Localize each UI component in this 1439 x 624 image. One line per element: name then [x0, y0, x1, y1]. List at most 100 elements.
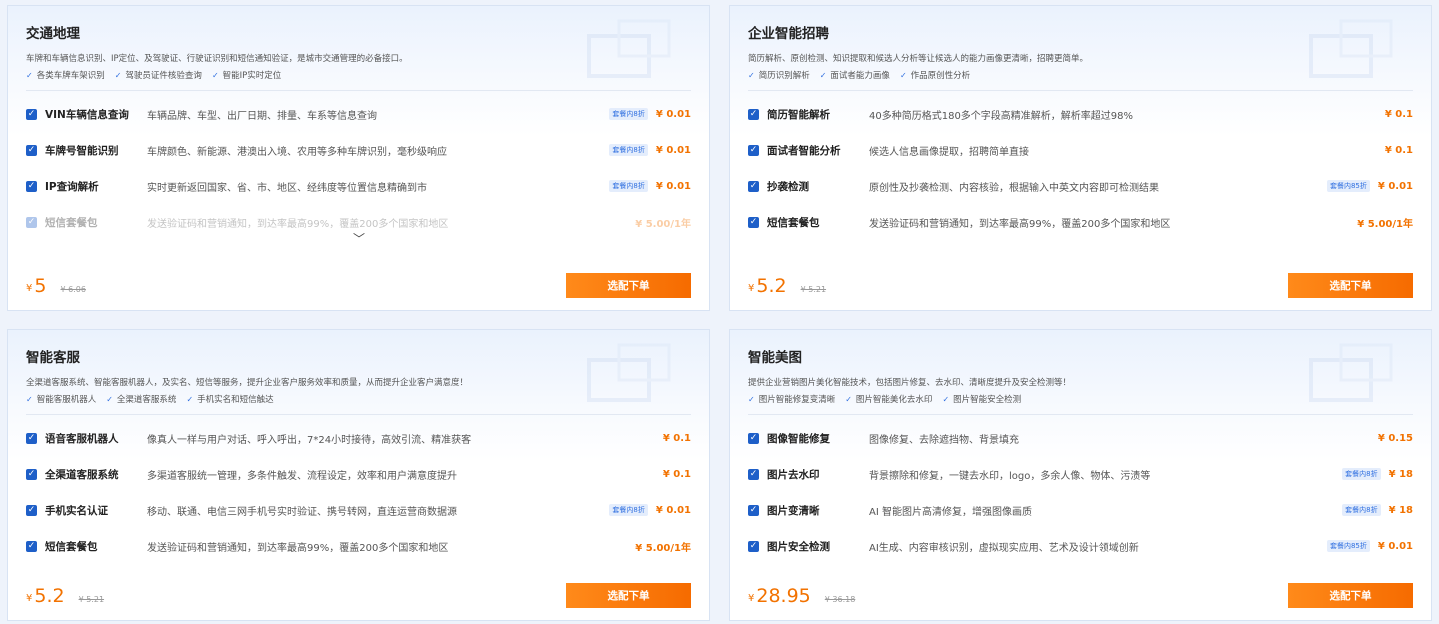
chevron-down-icon[interactable]: ﹀ — [353, 230, 365, 247]
check-icon[interactable]: ✓ — [748, 468, 759, 480]
discount-badge: 套餐内85折 — [1326, 180, 1370, 192]
order-button[interactable]: 选配下单 — [1288, 273, 1413, 298]
check-icon[interactable]: ✓ — [26, 216, 37, 228]
feature-item: ✓ 各类车牌车架识别 — [26, 70, 105, 82]
check-icon[interactable]: ✓ — [748, 216, 759, 228]
original-price: ¥ 36.18 — [824, 595, 856, 604]
product-row: ✓ 图像智能修复 图像修复、去除遮挡物、背景填充 ¥ 0.15 — [748, 420, 1413, 456]
product-description: 发送验证码和营销通知，到达率最高99%，覆盖200多个国家和地区 — [147, 542, 449, 554]
discount-badge: 套餐内8折 — [609, 180, 648, 192]
decorative-graphic — [587, 343, 671, 402]
product-description: 候选人信息画像提取，招聘简单直接 — [869, 146, 1029, 158]
product-price: ¥ 18 — [1388, 468, 1413, 480]
product-price: ¥ 0.1 — [662, 468, 691, 480]
product-row: ✓ 图片安全检测 AI生成、内容审核识别，虚拟现实应用、艺术及设计领域创新 套餐… — [748, 528, 1413, 564]
check-icon[interactable]: ✓ — [748, 540, 759, 552]
check-icon[interactable]: ✓ — [748, 504, 759, 516]
feature-list: ✓ 各类车牌车架识别 ✓ 驾驶员证件核验查询 ✓ 智能IP实时定位 — [26, 69, 281, 82]
currency-symbol: ¥ — [748, 593, 755, 604]
product-price: ¥ 5.00/1年 — [635, 218, 691, 230]
check-icon[interactable]: ✓ — [26, 432, 37, 444]
product-price: ¥ 0.01 — [655, 108, 691, 120]
feature-item: ✓ 手机实名和短信触达 — [186, 394, 274, 406]
check-mark-icon: ✓ — [819, 70, 827, 80]
product-row: ✓ 全渠道客服系统 多渠道客服统一管理，多条件触发、流程设定，效率和用户满意度提… — [26, 456, 691, 492]
product-row: ✓ 短信套餐包 发送验证码和营销通知，到达率最高99%，覆盖200多个国家和地区… — [748, 204, 1413, 240]
check-icon[interactable]: ✓ — [26, 504, 37, 516]
feature-list: ✓ 智能客服机器人 ✓ 全渠道客服系统 ✓ 手机实名和短信触达 — [26, 393, 274, 406]
product-name: 图片去水印 — [767, 468, 820, 481]
check-mark-icon: ✓ — [748, 70, 755, 80]
check-icon[interactable]: ✓ — [748, 144, 759, 156]
product-row: ✓ 手机实名认证 移动、联通、电信三网手机号实时验证、携号转网，直连运营商数据源… — [26, 492, 691, 528]
check-mark-icon: ✓ — [186, 394, 194, 404]
divider — [26, 90, 691, 91]
discount-badge: 套餐内8折 — [609, 144, 648, 156]
check-mark-icon: ✓ — [942, 394, 950, 404]
product-row: ✓ 语音客服机器人 像真人一样与用户对话、呼入呼出，7*24小时接待，高效引流、… — [26, 420, 691, 456]
check-mark-icon: ✓ — [26, 70, 33, 80]
product-description: 车辆品牌、车型、出厂日期、排量、车系等信息查询 — [147, 110, 377, 122]
product-price: ¥ 0.01 — [1377, 540, 1413, 552]
original-price: ¥ 6.06 — [60, 285, 86, 294]
product-description: 多渠道客服统一管理，多条件触发、流程设定，效率和用户满意度提升 — [147, 470, 457, 482]
product-row: ✓ 简历智能解析 40多种简历格式180多个字段高精准解析，解析率超过98% ¥… — [748, 96, 1413, 132]
product-name: 短信套餐包 — [45, 540, 98, 553]
feature-item: ✓ 图片智能安全检测 — [942, 394, 1022, 406]
feature-item: ✓ 智能客服机器人 — [26, 394, 97, 406]
product-description: 原创性及抄袭检测、内容核验，根据输入中英文内容即可检测结果 — [869, 182, 1159, 194]
check-icon[interactable]: ✓ — [26, 180, 37, 192]
product-list: ✓ VIN车辆信息查询 车辆品牌、车型、出厂日期、排量、车系等信息查询 套餐内8… — [26, 96, 691, 240]
product-price: ¥ 0.01 — [1377, 180, 1413, 192]
product-description: 背景擦除和修复，一键去水印，logo，多余人像、物体、污渍等 — [869, 470, 1151, 482]
product-list: ✓ 语音客服机器人 像真人一样与用户对话、呼入呼出，7*24小时接待，高效引流、… — [26, 420, 691, 564]
order-button[interactable]: 选配下单 — [1288, 583, 1413, 608]
product-description: 车牌颜色、新能源、港澳出入境、农用等多种车牌识别，毫秒级响应 — [147, 146, 447, 158]
product-price: ¥ 0.01 — [655, 504, 691, 516]
check-icon[interactable]: ✓ — [748, 108, 759, 120]
product-name: 手机实名认证 — [45, 504, 108, 517]
order-button[interactable]: 选配下单 — [566, 273, 691, 298]
card-title: 智能美图 — [748, 350, 802, 366]
divider — [748, 90, 1413, 91]
feature-item: ✓ 简历识别解析 — [748, 70, 810, 82]
feature-item: ✓ 全渠道客服系统 — [106, 394, 177, 406]
check-icon[interactable]: ✓ — [26, 540, 37, 552]
check-mark-icon: ✓ — [106, 394, 113, 404]
feature-list: ✓ 图片智能修复变清晰 ✓ 图片智能美化去水印 ✓ 图片智能安全检测 — [748, 393, 1022, 406]
product-card-recruiting: 企业智能招聘 简历解析、原创检测、知识提取和候选人分析等让候选人的能力画像更清晰… — [729, 5, 1432, 311]
product-card-customer-service: 智能客服 全渠道客服系统、智能客服机器人，及实名、短信等服务，提升企业客户服务效… — [7, 329, 710, 621]
check-mark-icon: ✓ — [114, 70, 122, 80]
check-mark-icon: ✓ — [211, 70, 219, 80]
product-name: 图像智能修复 — [767, 432, 830, 445]
discount-badge: 套餐内8折 — [609, 108, 648, 120]
product-price: ¥ 0.01 — [655, 180, 691, 192]
check-icon[interactable]: ✓ — [26, 468, 37, 480]
product-row: ✓ 短信套餐包 发送验证码和营销通知，到达率最高99%，覆盖200多个国家和地区… — [26, 528, 691, 564]
bundle-price: 28.95 — [756, 585, 811, 607]
product-name: IP查询解析 — [45, 180, 99, 193]
decorative-graphic — [587, 19, 671, 78]
check-icon[interactable]: ✓ — [748, 180, 759, 192]
order-button[interactable]: 选配下单 — [566, 583, 691, 608]
product-price: ¥ 0.1 — [1384, 108, 1413, 120]
product-name: 短信套餐包 — [767, 216, 820, 229]
check-icon[interactable]: ✓ — [26, 144, 37, 156]
currency-symbol: ¥ — [26, 283, 33, 294]
check-icon[interactable]: ✓ — [26, 108, 37, 120]
card-description: 全渠道客服系统、智能客服机器人，及实名、短信等服务，提升企业客户服务效率和质量，… — [26, 378, 469, 388]
check-mark-icon: ✓ — [748, 394, 755, 404]
card-description: 车牌和车辆信息识别、IP定位、及驾驶证、行驶证识别和短信通知验证，是城市交通管理… — [26, 54, 408, 64]
discount-badge: 套餐内8折 — [609, 504, 648, 516]
product-price: ¥ 5.00/1年 — [1357, 218, 1413, 230]
divider — [26, 414, 691, 415]
product-price: ¥ 18 — [1388, 504, 1413, 516]
product-name: 短信套餐包 — [45, 216, 98, 229]
check-icon[interactable]: ✓ — [748, 432, 759, 444]
feature-item: ✓ 作品原创性分析 — [899, 70, 971, 82]
product-row: ✓ IP查询解析 实时更新返回国家、省、市、地区、经纬度等位置信息精确到市 套餐… — [26, 168, 691, 204]
card-description: 提供企业营销图片美化智能技术，包括图片修复、去水印、清晰度提升及安全检测等！ — [748, 378, 1072, 388]
currency-symbol: ¥ — [26, 593, 33, 604]
card-title: 智能客服 — [26, 350, 80, 366]
divider — [748, 414, 1413, 415]
